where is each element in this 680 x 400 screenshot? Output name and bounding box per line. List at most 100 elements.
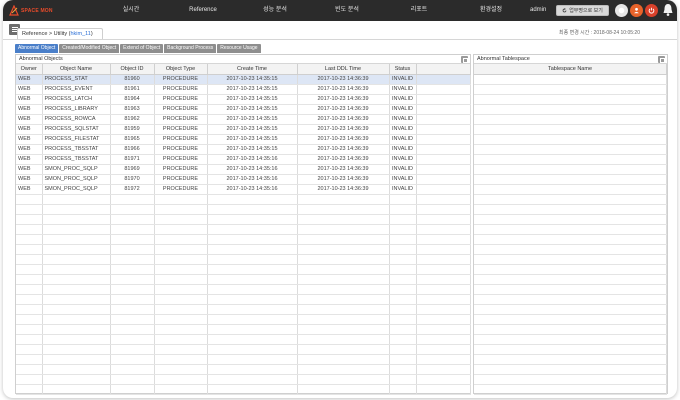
toggle-button[interactable] xyxy=(615,4,628,17)
nav-item-settings[interactable]: 환경설정 xyxy=(455,0,527,21)
empty-cell xyxy=(389,344,417,355)
empty-cell xyxy=(474,204,667,215)
table-row[interactable]: WEB PROCESS_STAT 81960 PROCEDURE 2017-10-23 … xyxy=(16,74,471,85)
empty-cell xyxy=(110,284,155,295)
table-cell: WEB xyxy=(16,174,43,185)
table-cell: WEB xyxy=(16,124,43,135)
nav-item-report[interactable]: 리포트 xyxy=(383,0,455,21)
empty-cell xyxy=(110,384,155,395)
empty-cell xyxy=(154,264,208,275)
table-row[interactable]: WEB SMON_PROC_SQLP 81970 PROCEDURE 2017-10-2… xyxy=(16,174,471,185)
abnormal-objects-title-text: Abnormal Objects xyxy=(19,56,63,62)
table-row[interactable]: WEB PROCESS_ROWCA 81962 PROCEDURE 2017-10-23… xyxy=(16,114,471,125)
table-cell: INVALID xyxy=(389,134,417,145)
column-header-object-id[interactable]: Object ID xyxy=(110,64,155,75)
bell-icon[interactable] xyxy=(662,3,674,17)
empty-cell xyxy=(474,74,667,85)
column-header-tablespace-name[interactable]: Tablespace Name xyxy=(474,64,667,75)
table-cell: PROCEDURE xyxy=(154,144,208,155)
empty-cell xyxy=(474,184,667,195)
table-body xyxy=(474,74,667,395)
power-button[interactable] xyxy=(645,4,658,17)
table-row[interactable]: WEB PROCESS_FILESTAT 81965 PROCEDURE 2017-10… xyxy=(16,134,471,145)
empty-cell xyxy=(297,334,390,345)
empty-cell xyxy=(474,224,667,235)
table-row[interactable]: WEB PROCESS_SQLSTAT 81959 PROCEDURE 2017-10-… xyxy=(16,124,471,135)
empty-cell xyxy=(42,364,111,375)
empty-row xyxy=(474,344,667,355)
column-header-owner[interactable]: Owner xyxy=(16,64,43,75)
tab-created-modified-object[interactable]: Created/Modified Object xyxy=(59,44,120,53)
empty-cell xyxy=(110,314,155,325)
empty-row xyxy=(474,224,667,235)
empty-cell xyxy=(389,244,417,255)
nav-item-realtime[interactable]: 실시간 xyxy=(95,0,167,21)
export-icon[interactable] xyxy=(658,56,665,63)
empty-cell xyxy=(16,314,43,325)
empty-cell xyxy=(474,164,667,175)
empty-cell xyxy=(207,324,298,335)
empty-cell xyxy=(16,294,43,305)
empty-cell xyxy=(389,354,417,365)
empty-cell xyxy=(154,224,208,235)
table-cell: PROCEDURE xyxy=(154,154,208,165)
empty-cell xyxy=(297,194,390,205)
table-cell: WEB xyxy=(16,164,43,175)
table-cell: 81972 xyxy=(110,184,155,195)
column-header-create-time[interactable]: Create Time xyxy=(207,64,298,75)
column-header-object-name[interactable]: Object Name xyxy=(42,64,111,75)
table-cell: 81960 xyxy=(110,74,155,85)
empty-cell xyxy=(474,174,667,185)
nav-item-frequency[interactable]: 빈도 분석 xyxy=(311,0,383,21)
empty-row xyxy=(474,84,667,95)
column-header-object-type[interactable]: Object Type xyxy=(154,64,208,75)
table-row[interactable]: WEB SMON_PROC_SQLP 81972 PROCEDURE 2017-10-2… xyxy=(16,184,471,195)
empty-cell xyxy=(207,354,298,365)
empty-cell xyxy=(42,334,111,345)
empty-row xyxy=(474,274,667,285)
nav-item-performance[interactable]: 성능 분석 xyxy=(239,0,311,21)
tab-extend-of-object[interactable]: Extend of Object xyxy=(120,44,164,53)
nav-item-reference[interactable]: Reference xyxy=(167,0,239,21)
export-icon[interactable] xyxy=(461,56,468,63)
table-row[interactable]: WEB PROCESS_TBSSTAT 81971 PROCEDURE 2017-10-… xyxy=(16,154,471,165)
tab-abnormal-object[interactable]: Abnormal Object xyxy=(15,44,59,53)
empty-cell xyxy=(416,364,471,375)
empty-cell xyxy=(16,224,43,235)
empty-cell xyxy=(154,274,208,285)
empty-cell xyxy=(389,264,417,275)
table-cell: INVALID xyxy=(389,104,417,115)
table-row[interactable]: WEB PROCESS_EVENT 81961 PROCEDURE 2017-10-23… xyxy=(16,84,471,95)
table-cell: WEB xyxy=(16,74,43,85)
empty-cell xyxy=(389,194,417,205)
logo[interactable]: SPACE MON xyxy=(9,3,53,19)
table-row[interactable]: WEB PROCESS_LATCH 81964 PROCEDURE 2017-10-23… xyxy=(16,94,471,105)
empty-cell xyxy=(207,294,298,305)
empty-cell xyxy=(110,334,155,345)
breadcrumb-db[interactable]: hkim_11 xyxy=(70,31,90,37)
empty-cell xyxy=(416,274,471,285)
table-cell: INVALID xyxy=(389,94,417,105)
tab-background-process[interactable]: Background Process xyxy=(164,44,217,53)
table-row[interactable]: WEB PROCESS_TBSSTAT 81966 PROCEDURE 2017-10-… xyxy=(16,144,471,155)
tab-resource-usage[interactable]: Resource Usage xyxy=(217,44,261,53)
table-row[interactable]: WEB SMON_PROC_SQLP 81969 PROCEDURE 2017-10-2… xyxy=(16,164,471,175)
empty-cell xyxy=(42,294,111,305)
logo-text: SPACE MON xyxy=(21,8,53,14)
top-navbar: SPACE MON 실시간 Reference 성능 분석 빈도 분석 리포트 … xyxy=(3,0,677,21)
profile-button[interactable] xyxy=(630,4,643,17)
empty-row xyxy=(16,204,471,215)
empty-row xyxy=(474,254,667,265)
empty-row xyxy=(474,124,667,135)
column-header-status[interactable]: Status xyxy=(389,64,417,75)
empty-cell xyxy=(474,114,667,125)
empty-cell xyxy=(474,254,667,265)
empty-cell xyxy=(16,334,43,345)
view-by-task-button[interactable]: 업무명으로 보기 xyxy=(556,5,609,16)
table-cell: PROCESS_LATCH xyxy=(42,94,111,105)
table-row[interactable]: WEB PROCESS_LIBRARY 81963 PROCEDURE 2017-10-… xyxy=(16,104,471,115)
empty-cell xyxy=(42,304,111,315)
table-cell-filler xyxy=(416,84,471,95)
column-header-last-ddl-time[interactable]: Last DDL Time xyxy=(297,64,390,75)
empty-cell xyxy=(110,344,155,355)
